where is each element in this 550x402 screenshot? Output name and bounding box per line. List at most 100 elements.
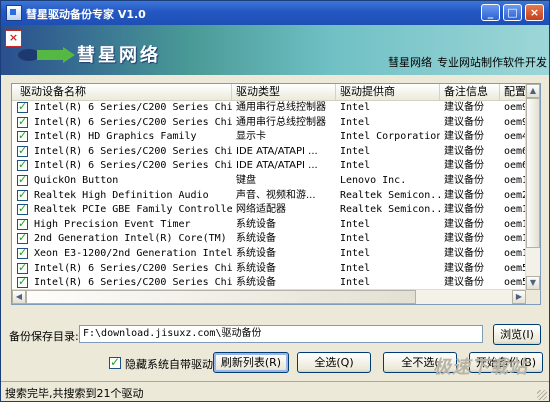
table-row[interactable]: Realtek PCIe GBE Family Controller 网络适配器 R… <box>12 202 526 218</box>
hide-system-drivers-label[interactable]: 隐藏系统自带驱动 <box>125 356 213 372</box>
col-note[interactable]: 备注信息 <box>440 84 500 100</box>
cell-config: oem10 <box>504 218 526 230</box>
row-checkbox[interactable] <box>17 158 28 172</box>
cell-config: oem9. <box>504 102 526 113</box>
cell-name: Xeon E3-1200/2nd Generation Intel(... <box>34 248 232 259</box>
table-row[interactable]: QuickOn Button 键盘 Lenovo Inc. 建议备份 oem1. <box>12 173 526 189</box>
horizontal-scroll-thumb[interactable] <box>26 290 416 304</box>
scroll-left-icon[interactable]: ◀ <box>12 290 26 304</box>
cell-config: oem6. <box>504 145 526 157</box>
table-row[interactable]: 2nd Generation Intel(R) Core(TM) P... 系统设… <box>12 231 526 247</box>
link-web-design[interactable]: 专业网站制作 <box>437 54 503 70</box>
cell-type: 键盘 <box>236 175 256 186</box>
table-row[interactable]: Intel(R) 6 Series/C200 Series Chip... 通用串… <box>12 115 526 131</box>
cell-provider: Lenovo Inc. <box>340 175 407 186</box>
cell-note: 建议备份 <box>444 218 484 230</box>
backup-dir-label: 备份保存目录: <box>9 330 79 343</box>
select-all-button[interactable]: 全选(Q) <box>297 352 371 373</box>
cell-name: Intel(R) 6 Series/C200 Series Chip... <box>34 116 232 128</box>
row-checkbox[interactable] <box>17 231 28 245</box>
cell-name: Intel(R) 6 Series/C200 Series Chip... <box>34 102 232 113</box>
scroll-right-icon[interactable]: ▶ <box>512 290 526 304</box>
table-row[interactable]: Intel(R) 6 Series/C200 Series Chip... 系统设… <box>12 261 526 277</box>
cell-type: 通用串行总线控制器 <box>236 116 326 128</box>
vertical-scrollbar[interactable]: ▲ ▼ <box>525 84 540 290</box>
table-row[interactable]: Intel(R) 6 Series/C200 Series Chip... 通用串… <box>12 101 526 116</box>
scroll-down-icon[interactable]: ▼ <box>526 276 540 290</box>
vertical-scroll-thumb[interactable] <box>526 98 540 248</box>
cell-name: Intel(R) 6 Series/C200 Series Chip... <box>34 262 232 274</box>
horizontal-scrollbar[interactable]: ◀ ▶ <box>12 289 526 304</box>
watermark-text: 极速下载站 <box>433 357 528 378</box>
cell-type: 显示卡 <box>236 131 266 143</box>
cell-config: oem6. <box>504 160 526 172</box>
row-checkbox[interactable] <box>17 261 28 274</box>
row-checkbox[interactable] <box>17 115 28 128</box>
cell-note: 建议备份 <box>444 102 484 113</box>
cell-provider: Intel <box>340 102 371 113</box>
table-row[interactable]: Realtek High Definition Audio 声音、视频和游... R… <box>12 188 526 204</box>
maximize-button[interactable]: □ <box>503 4 522 21</box>
cell-type: 通用串行总线控制器 <box>236 102 326 113</box>
row-checkbox[interactable] <box>17 188 28 201</box>
scrollbar-corner <box>526 290 540 304</box>
minimize-button[interactable]: _ <box>481 4 500 21</box>
status-bar: 搜索完毕,共搜索到21个驱动 <box>1 381 549 401</box>
table-row[interactable]: Xeon E3-1200/2nd Generation Intel(... 系统设… <box>12 246 526 262</box>
row-checkbox[interactable] <box>17 173 28 186</box>
row-checkbox[interactable] <box>17 246 28 259</box>
cell-type: 网络适配器 <box>236 204 286 216</box>
row-checkbox[interactable] <box>17 144 28 157</box>
resize-grip-icon[interactable] <box>537 390 547 400</box>
link-software-dev[interactable]: 软件开发 <box>503 54 547 70</box>
row-checkbox[interactable] <box>17 202 28 216</box>
cell-name: QuickOn Button <box>34 175 119 186</box>
browse-button[interactable]: 浏览(I) <box>493 324 541 345</box>
table-row[interactable]: High Precision Event Timer 系统设备 Intel 建议备份 o… <box>12 217 526 233</box>
col-device-name[interactable]: 驱动设备名称 <box>12 84 232 100</box>
cell-type: 声音、视频和游... <box>236 189 316 201</box>
cell-name: High Precision Event Timer <box>34 218 191 230</box>
driver-list[interactable]: 驱动设备名称 驱动类型 驱动提供商 备注信息 配置 Intel(R) 6 Ser… <box>11 83 541 305</box>
app-window: 彗星驱动备份专家 V1.0 _ □ × × 彗星网络 彗星网络 专业网站制作 软… <box>0 0 550 402</box>
list-header: 驱动设备名称 驱动类型 驱动提供商 备注信息 配置 <box>12 84 540 101</box>
list-rows: Intel(R) 6 Series/C200 Series Chip... 通用串… <box>12 101 526 291</box>
row-checkbox[interactable] <box>17 275 28 289</box>
table-row[interactable]: Intel(R) HD Graphics Family 显示卡 Intel Corp… <box>12 129 526 145</box>
close-button[interactable]: × <box>525 4 544 21</box>
row-checkbox[interactable] <box>17 129 28 143</box>
col-driver-type[interactable]: 驱动类型 <box>232 84 336 100</box>
cell-note: 建议备份 <box>444 160 484 172</box>
row-checkbox[interactable] <box>17 217 28 230</box>
cell-note: 建议备份 <box>444 248 484 259</box>
cell-config: oem10 <box>504 248 526 259</box>
scroll-up-icon[interactable]: ▲ <box>526 84 540 98</box>
cell-note: 建议备份 <box>444 204 484 216</box>
cell-note: 建议备份 <box>444 233 484 245</box>
cell-type: 系统设备 <box>236 233 276 245</box>
cell-note: 建议备份 <box>444 189 484 201</box>
cell-name: 2nd Generation Intel(R) Core(TM) P... <box>34 233 232 245</box>
status-text: 搜索完毕,共搜索到21个驱动 <box>5 387 144 400</box>
col-provider[interactable]: 驱动提供商 <box>336 84 440 100</box>
cell-provider: Realtek Semicon... <box>340 204 440 216</box>
hide-system-drivers-checkbox[interactable] <box>109 355 121 369</box>
backup-path-input[interactable]: F:\download.jisuxz.com\驱动备份 <box>79 325 483 343</box>
app-icon <box>6 5 22 21</box>
window-title: 彗星驱动备份专家 V1.0 <box>26 8 146 21</box>
cell-note: 建议备份 <box>444 145 484 157</box>
header-banner: × 彗星网络 彗星网络 专业网站制作 软件开发 <box>1 25 549 75</box>
cell-type: IDE ATA/ATAPI ... <box>236 160 318 172</box>
table-row[interactable]: Intel(R) 6 Series/C200 Series Chip... IDE… <box>12 158 526 174</box>
table-row[interactable]: Intel(R) 6 Series/C200 Series Chip... IDE… <box>12 144 526 160</box>
refresh-list-button[interactable]: 刷新列表(R) <box>213 352 289 373</box>
title-bar[interactable]: 彗星驱动备份专家 V1.0 _ □ × <box>1 1 549 25</box>
cell-type: 系统设备 <box>236 248 276 259</box>
link-comet-network[interactable]: 彗星网络 <box>388 54 432 70</box>
cell-name: Realtek PCIe GBE Family Controller <box>34 204 232 216</box>
cell-name: Realtek High Definition Audio <box>34 189 209 201</box>
cell-name: Intel(R) 6 Series/C200 Series Chip... <box>34 145 232 157</box>
cell-provider: Intel <box>340 218 371 230</box>
cell-note: 建议备份 <box>444 131 484 143</box>
row-checkbox[interactable] <box>17 101 28 113</box>
